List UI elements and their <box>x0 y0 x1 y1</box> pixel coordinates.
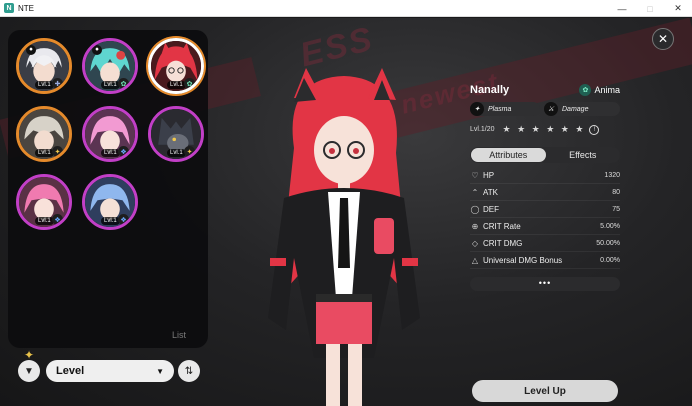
character-avatar: Lvl.1 ✿ <box>148 38 204 94</box>
star-icon: ✦ <box>184 146 195 157</box>
character-avatar: ⏺ Lvl.1 ✚ <box>16 38 72 94</box>
character-avatar: Lvl.1 ❖ <box>82 174 138 230</box>
sort-level-dropdown[interactable]: Level ▼ <box>46 360 174 382</box>
stat-value: 1320 <box>604 171 620 179</box>
title-bar: N NTE — □ ✕ <box>0 0 692 17</box>
stat-name: ATK <box>483 187 498 197</box>
cross-icon: ✚ <box>52 78 63 89</box>
stat-value: 0.00% <box>600 256 620 264</box>
diamond-icon: ◇ <box>471 238 479 248</box>
chevron-down-icon: ▼ <box>156 366 164 376</box>
character-slot[interactable]: Lvl.1 ❖ <box>82 174 138 230</box>
stat-row: △ Universal DMG Bonus 0.00% <box>470 252 620 269</box>
star-rank: ★ ★ ★ ★ ★ ★ <box>502 124 586 134</box>
stat-name: DEF <box>483 204 499 214</box>
character-avatar: Lvl.1 ❖ <box>16 174 72 230</box>
stat-name: HP <box>483 170 495 180</box>
character-level: Lvl.1 <box>101 81 120 89</box>
crosshair-icon: ⊕ <box>471 221 479 231</box>
stat-name: CRIT DMG <box>483 238 523 248</box>
character-avatar: Lvl.1 ✦ <box>148 106 204 162</box>
stat-row: ◯ DEF 75 <box>470 201 620 218</box>
character-slot[interactable]: ⏺ Lvl.1 ✿ <box>82 38 138 94</box>
window-title: NTE <box>18 3 34 13</box>
stat-row: ♡ HP 1320 <box>470 167 620 184</box>
stat-row: ⌃ ATK 80 <box>470 184 620 201</box>
level-text: Lvl.1/20 <box>470 126 495 133</box>
bell-icon: ⏺ <box>92 45 102 55</box>
lightning-icon: ✦ <box>470 102 484 116</box>
character-name: Nanally <box>470 84 510 96</box>
character-level: Lvl.1 <box>35 217 54 225</box>
minimize-icon[interactable]: — <box>608 0 636 17</box>
character-info-panel: Nanally ✿ Anima ✦ Plasma ⚔ Damage Lvl.1/… <box>470 84 620 291</box>
close-panel-button[interactable]: ✕ <box>652 28 674 50</box>
sort-order-icon[interactable]: ⇅ <box>178 360 200 382</box>
sort-selected-label: Level <box>56 365 85 377</box>
tag-label: Damage <box>562 105 589 113</box>
attribute-tabs: Attributes Effects <box>470 147 620 163</box>
stat-value: 75 <box>612 205 620 213</box>
character-slot[interactable]: Lvl.1 ✦ <box>148 106 204 162</box>
stat-value: 50.00% <box>596 239 620 247</box>
character-level: Lvl.1 <box>101 149 120 157</box>
sword-icon: ⚔ <box>544 102 558 116</box>
tab-attributes[interactable]: Attributes <box>471 148 546 162</box>
leaf-icon: ✿ <box>579 84 592 96</box>
close-icon[interactable]: ✕ <box>664 0 692 17</box>
drop-icon: ❖ <box>52 214 63 225</box>
level-line: Lvl.1/20 ★ ★ ★ ★ ★ ★ ! <box>470 124 620 135</box>
game-scene: ESS newest ⏺ Lvl.1 ✚ ⏺ Lvl.1 ✿ Lvl.1 ✿ L… <box>0 18 692 406</box>
stat-name: CRIT Rate <box>483 221 521 231</box>
character-roster-panel: ⏺ Lvl.1 ✚ ⏺ Lvl.1 ✿ Lvl.1 ✿ Lvl.1 ✦ Lvl.… <box>8 30 208 348</box>
faction: ✿ Anima <box>579 84 620 96</box>
tag-label: Plasma <box>488 105 512 113</box>
stat-row: ◇ CRIT DMG 50.00% <box>470 235 620 252</box>
heart-icon: ♡ <box>471 170 479 180</box>
stat-name: Universal DMG Bonus <box>483 255 563 265</box>
sword-icon: ⌃ <box>471 187 479 197</box>
tag-element: ✦ Plasma <box>470 102 540 116</box>
character-slot[interactable]: ⏺ Lvl.1 ✚ <box>16 38 72 94</box>
stat-value: 5.00% <box>600 222 620 230</box>
drop-icon: ❖ <box>118 146 129 157</box>
sort-bar: ▼ Level ▼ ⇅ <box>18 360 200 382</box>
info-icon[interactable]: ! <box>589 124 600 135</box>
character-slot[interactable]: Lvl.1 ✦ <box>16 106 72 162</box>
character-level: Lvl.1 <box>101 217 120 225</box>
character-level: Lvl.1 <box>167 81 186 89</box>
tag-role: ⚔ Damage <box>544 102 620 116</box>
game-window: N NTE — □ ✕ ESS newest ⏺ Lvl.1 ✚ ⏺ Lvl.1… <box>0 0 692 406</box>
level-up-button[interactable]: Level Up <box>472 380 618 402</box>
leaf-icon: ✿ <box>184 78 195 89</box>
faction-label: Anima <box>594 85 620 95</box>
character-grid: ⏺ Lvl.1 ✚ ⏺ Lvl.1 ✿ Lvl.1 ✿ Lvl.1 ✦ Lvl.… <box>16 38 206 230</box>
filter-icon[interactable]: ▼ <box>18 360 40 382</box>
app-icon: N <box>4 3 14 13</box>
character-slot[interactable]: Lvl.1 ❖ <box>82 106 138 162</box>
character-model <box>268 68 420 406</box>
shield-icon: ◯ <box>470 204 480 214</box>
tab-effects[interactable]: Effects <box>546 150 621 160</box>
list-view-label[interactable]: List <box>172 330 186 340</box>
character-level: Lvl.1 <box>35 81 54 89</box>
star-icon: ✦ <box>52 146 63 157</box>
character-avatar: ⏺ Lvl.1 ✿ <box>82 38 138 94</box>
maximize-icon[interactable]: □ <box>636 0 664 17</box>
triangle-icon: △ <box>471 255 479 265</box>
bell-icon: ⏺ <box>26 45 36 55</box>
leaf-icon: ✿ <box>118 78 129 89</box>
attributes-list: ♡ HP 1320 ⌃ ATK 80 ◯ DEF 75 ⊕ CRIT Rate 5.00… <box>470 167 620 269</box>
character-slot-selected[interactable]: Lvl.1 ✿ <box>148 38 204 94</box>
character-tags: ✦ Plasma ⚔ Damage <box>470 102 620 116</box>
stat-value: 80 <box>612 188 620 196</box>
character-avatar: Lvl.1 ✦ <box>16 106 72 162</box>
stat-row: ⊕ CRIT Rate 5.00% <box>470 218 620 235</box>
character-level: Lvl.1 <box>167 149 186 157</box>
character-level: Lvl.1 <box>35 149 54 157</box>
character-slot[interactable]: Lvl.1 ❖ <box>16 174 72 230</box>
drop-icon: ❖ <box>118 214 129 225</box>
character-avatar: Lvl.1 ❖ <box>82 106 138 162</box>
more-attributes-button[interactable]: ••• <box>470 277 620 291</box>
